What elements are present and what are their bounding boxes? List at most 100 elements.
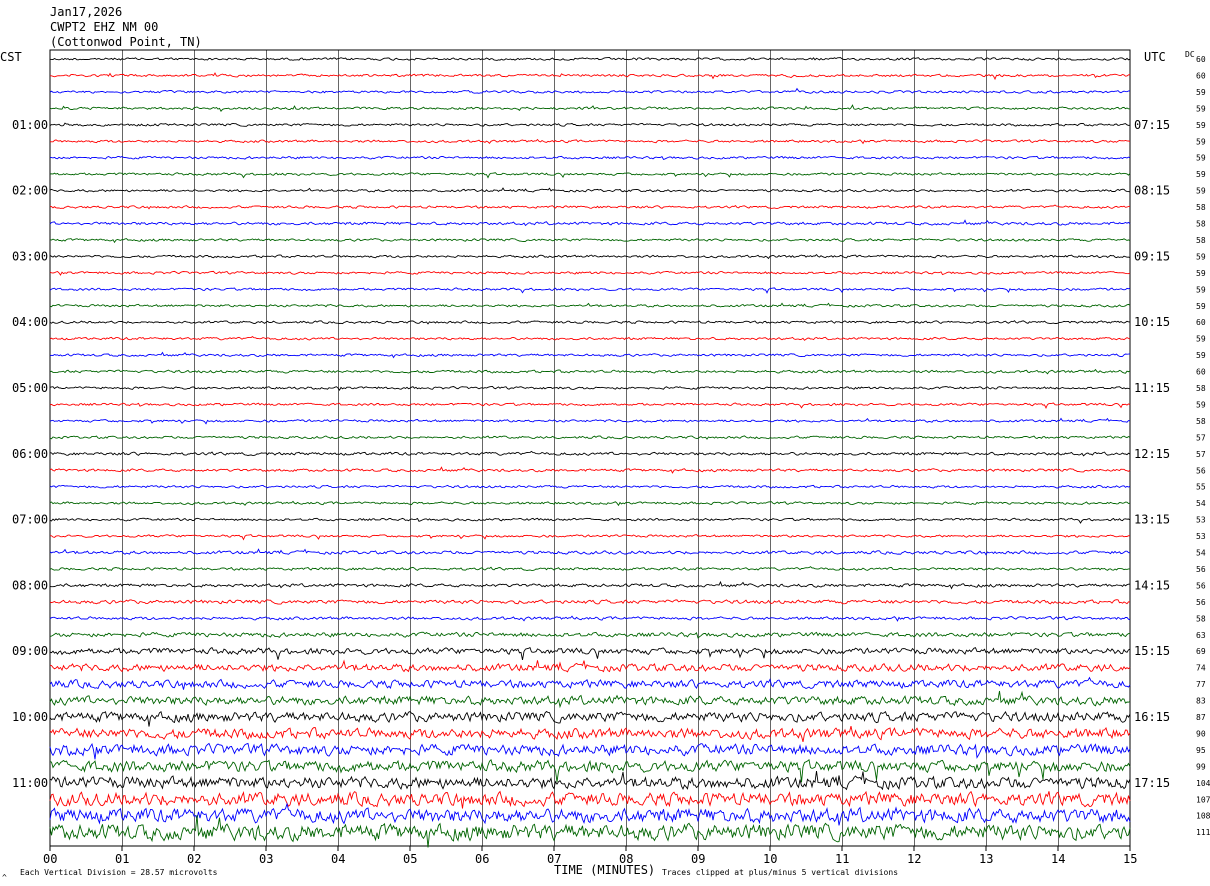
dc-offset-value: 87	[1196, 713, 1206, 722]
x-tick-label: 03	[259, 852, 273, 866]
dc-offset-value: 63	[1196, 631, 1206, 640]
trace-row	[49, 676, 1131, 690]
dc-offset-value: 58	[1196, 236, 1206, 245]
trace-row	[49, 368, 1131, 375]
dc-offset-value: 107	[1196, 795, 1210, 804]
dc-offset-value: 57	[1196, 450, 1206, 459]
left-hour-label: 03:00	[12, 249, 48, 263]
trace-row	[49, 417, 1131, 425]
left-hour-label: 06:00	[12, 447, 48, 461]
left-hour-label: 10:00	[12, 710, 48, 724]
left-hour-label: 11:00	[12, 776, 48, 790]
trace-row	[49, 435, 1131, 440]
right-hour-label: 14:15	[1134, 578, 1170, 592]
dc-offset-value: 58	[1196, 614, 1206, 623]
corner-mark: ^	[2, 873, 7, 882]
dc-offset-value: 59	[1196, 400, 1206, 409]
trace-row	[49, 815, 1131, 848]
dc-offset-value: 74	[1196, 664, 1206, 673]
trace-row	[49, 238, 1131, 244]
x-tick-label: 04	[331, 852, 345, 866]
x-tick-label: 01	[115, 852, 129, 866]
right-hour-label: 16:15	[1134, 710, 1170, 724]
plot-frame	[49, 49, 1131, 847]
dc-offset-value: 59	[1196, 269, 1206, 278]
dc-offset-value: 53	[1196, 516, 1206, 525]
dc-offset-value: 59	[1196, 137, 1206, 146]
station-code: CWPT2 EHZ NM 00	[50, 20, 158, 34]
left-timezone-label: CST	[0, 50, 22, 64]
trace-row	[49, 122, 1131, 127]
trace-row	[49, 104, 1131, 113]
trace-row	[49, 204, 1131, 210]
dc-offset-value: 59	[1196, 104, 1206, 113]
dc-offset-value: 58	[1196, 220, 1206, 229]
trace-row	[49, 172, 1131, 179]
trace-row	[49, 57, 1131, 61]
trace-row	[49, 615, 1131, 622]
dc-offset-value: 58	[1196, 203, 1206, 212]
trace-row	[50, 72, 1131, 81]
trace-row	[49, 659, 1131, 673]
right-time-labels: 07:15 08:15 09:15 10:15 11:15 12:15 13:15 14:15…	[1134, 118, 1170, 790]
trace-row	[49, 302, 1131, 308]
dc-offset-value: 108	[1196, 812, 1210, 821]
dc-offset-value: 56	[1196, 581, 1206, 590]
right-hour-label: 07:15	[1134, 118, 1170, 132]
dc-offset-value: 111	[1196, 828, 1210, 837]
trace-row	[49, 219, 1131, 227]
dc-offset-value: 90	[1196, 729, 1206, 738]
left-hour-label: 07:00	[12, 513, 48, 527]
dc-offset-value: 56	[1196, 598, 1206, 607]
x-tick-label: 06	[475, 852, 489, 866]
trace-row	[49, 386, 1131, 391]
dc-offset-value: 59	[1196, 170, 1206, 179]
trace-row	[49, 566, 1130, 571]
trace-row	[49, 646, 1131, 660]
trace-row	[49, 710, 1131, 727]
dc-offset-value: 77	[1196, 680, 1206, 689]
dc-offset-value: 55	[1196, 483, 1206, 492]
trace-row	[49, 599, 1131, 605]
dc-offset-value: 58	[1196, 384, 1206, 393]
trace-row	[49, 287, 1131, 294]
dc-offset-value: 104	[1196, 779, 1210, 788]
clip-note: Traces clipped at plus/minus 5 vertical …	[662, 868, 898, 877]
x-tick-label: 10	[763, 852, 777, 866]
left-hour-label: 05:00	[12, 381, 48, 395]
x-tick-label: 05	[403, 852, 417, 866]
dc-offset-value: 59	[1196, 187, 1206, 196]
trace-row	[49, 548, 1131, 556]
seismogram-traces	[49, 57, 1131, 848]
dc-offset-value: 60	[1196, 71, 1206, 80]
helicorder-plot: Jan17,2026 CWPT2 EHZ NM 00 (Cottonwod Po…	[0, 5, 1210, 882]
dc-offset-value: 59	[1196, 252, 1206, 261]
dc-offset-value: 95	[1196, 746, 1206, 755]
trace-row	[49, 87, 1131, 94]
record-date: Jan17,2026	[50, 5, 122, 19]
trace-row	[49, 690, 1131, 709]
x-tick-label: 11	[835, 852, 849, 866]
dc-offset-value: 59	[1196, 88, 1206, 97]
trace-row	[49, 742, 1131, 760]
dc-offset-value: 56	[1196, 565, 1206, 574]
station-location: (Cottonwod Point, TN)	[50, 35, 202, 49]
dc-offset-value: 54	[1196, 499, 1206, 508]
dc-offset-value: 58	[1196, 417, 1206, 426]
trace-row	[49, 725, 1131, 743]
trace-row	[49, 517, 1131, 524]
trace-row	[49, 631, 1130, 639]
x-tick-label: 02	[187, 852, 201, 866]
dc-offset-value: 59	[1196, 121, 1206, 130]
trace-row	[49, 138, 1131, 145]
left-hour-label: 02:00	[12, 184, 48, 198]
x-tick-label: 13	[979, 852, 993, 866]
dc-offset-value: 60	[1196, 318, 1206, 327]
left-hour-label: 09:00	[12, 644, 48, 658]
dc-offset-value: 83	[1196, 697, 1206, 706]
dc-offset-value: 60	[1196, 368, 1206, 377]
trace-row	[49, 534, 1131, 541]
dc-offset-value: 59	[1196, 302, 1206, 311]
trace-row	[49, 320, 1131, 325]
scale-note: Each Vertical Division = 28.57 microvolt…	[20, 868, 218, 877]
